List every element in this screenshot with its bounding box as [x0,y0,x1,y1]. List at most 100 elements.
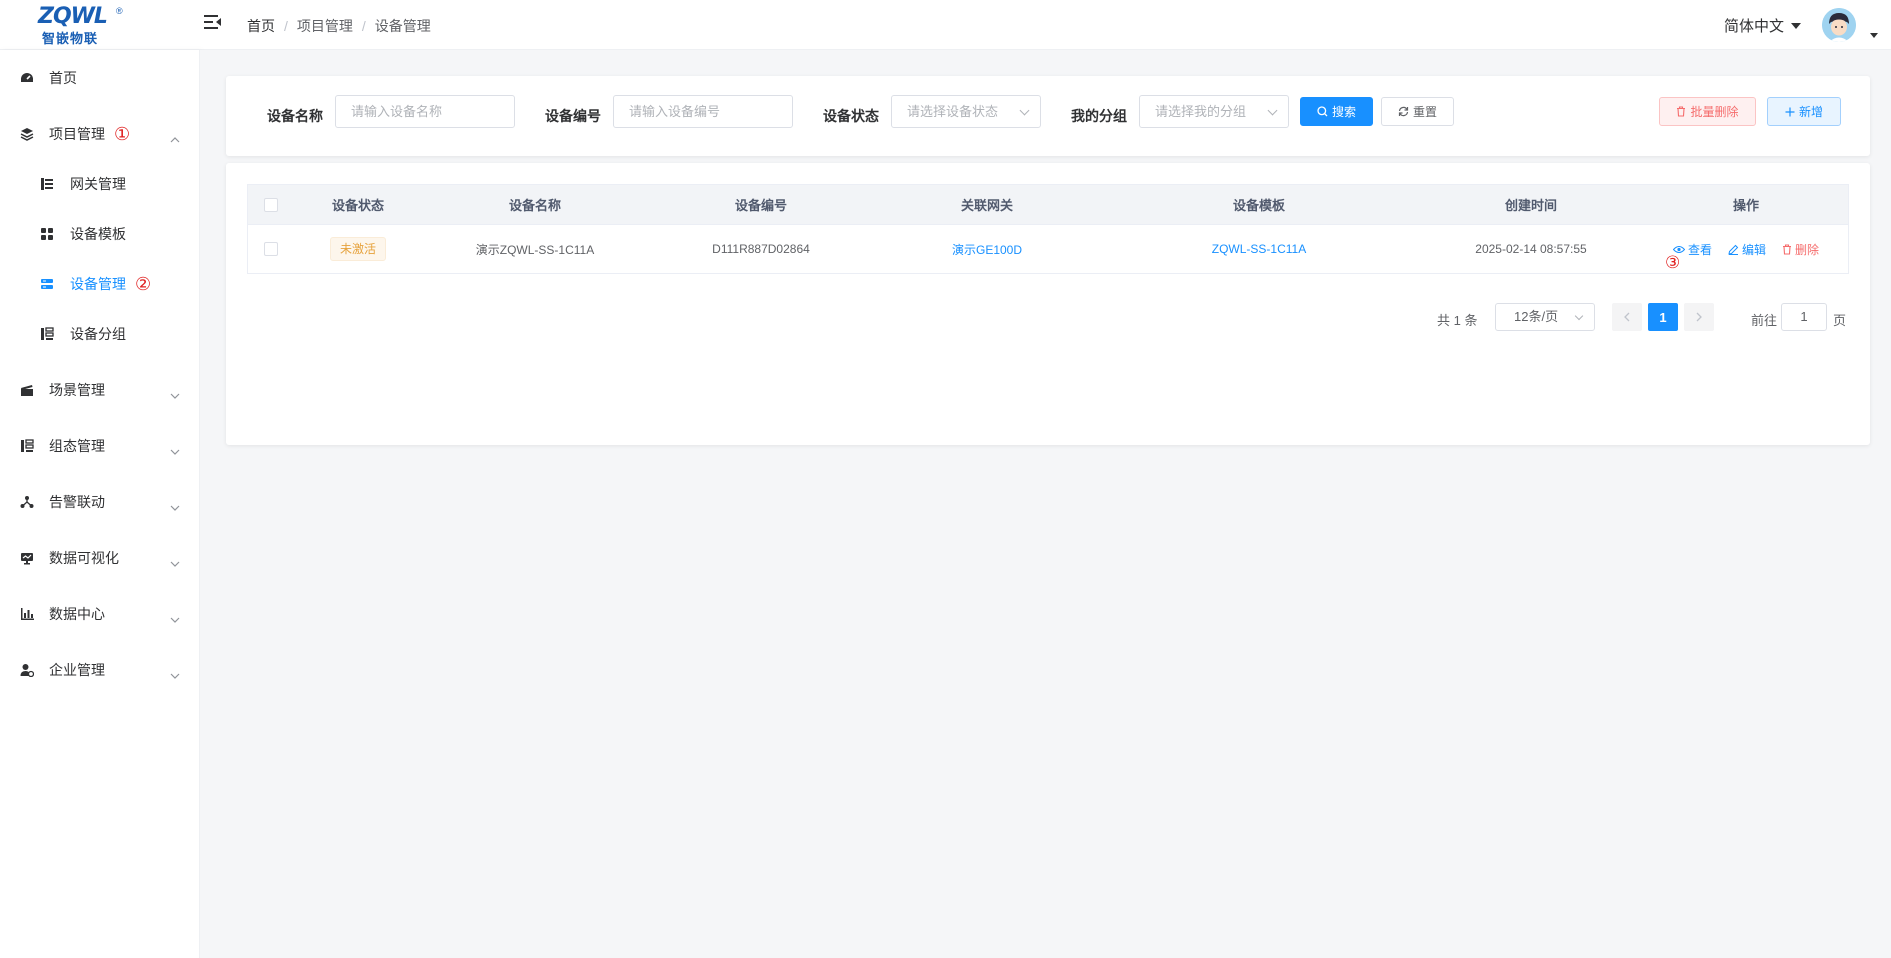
trash-icon [1676,106,1686,117]
sidebar-item-alarm-linkage[interactable]: 告警联动 [0,480,200,524]
caret-down-icon[interactable] [1870,33,1878,38]
enterprise-icon [19,662,35,678]
chevron-down-icon [170,498,180,511]
registered-mark: ® [116,6,123,16]
column-header[interactable]: 创建时间 [1418,185,1644,224]
layers-icon [19,126,35,142]
pagination-total: 共 1 条 [1437,313,1478,328]
dashboard-icon [19,70,35,86]
sidebar-item-project-management[interactable]: 项目管理 ① [0,112,200,156]
column-header[interactable]: 关联网关 [874,185,1100,224]
monitor-icon [19,550,35,566]
sidebar-item-label: 场景管理 [49,382,105,398]
main-content: 设备名称 请输入设备名称 设备编号 请输入设备编号 设备状态 请选择设备状态 我… [200,50,1891,958]
select-all-cell [248,185,294,224]
logo-subtitle: 智嵌物联 [42,31,99,46]
chevron-down-icon [170,386,180,399]
column-header[interactable]: 设备编号 [648,185,874,224]
sidebar-item-label: 网关管理 [70,176,126,192]
goto-page-input[interactable]: 1 [1781,303,1827,331]
menu-collapse-icon[interactable] [204,14,224,34]
device-table: 设备状态 设备名称 设备编号 关联网关 设备模板 创建时间 操作 未激活 演示Z… [247,184,1849,274]
clapper-icon [19,382,35,398]
breadcrumb-home[interactable]: 首页 [247,16,275,36]
search-button[interactable]: 搜索 [1300,97,1373,126]
goto-label: 前往 [1751,313,1778,328]
page-number-current[interactable]: 1 [1648,303,1678,331]
language-select[interactable]: 简体中文 [1724,15,1802,36]
breadcrumb-project[interactable]: 项目管理 [297,16,353,36]
delete-button[interactable]: 删除 [1782,241,1819,258]
device-code-label: 设备编号 [545,108,601,124]
chevron-down-icon [170,610,180,623]
grid-icon [39,226,55,242]
page-size-select[interactable]: 12条/页 [1495,303,1595,331]
table-header: 设备状态 设备名称 设备编号 关联网关 设备模板 创建时间 操作 [248,185,1848,225]
refresh-icon [1398,106,1409,117]
device-status-select[interactable]: 请选择设备状态 [891,95,1041,128]
edit-button[interactable]: 编辑 [1728,241,1766,258]
sidebar-item-device-management[interactable]: 设备管理 ② [0,262,200,306]
alarm-link-icon [19,494,35,510]
search-form: 设备名称 请输入设备名称 设备编号 请输入设备编号 设备状态 请选择设备状态 我… [226,76,1870,156]
bar-chart-icon [19,606,35,622]
sidebar-item-label: 数据可视化 [49,550,119,566]
config-icon [19,438,35,454]
device-code-input[interactable]: 请输入设备编号 [613,95,793,128]
sidebar: 首页 项目管理 ① 网关管理 设备模板 设备管理 ② 设备分组 场景管理 组态管… [0,50,200,958]
sidebar-item-config-management[interactable]: 组态管理 [0,424,200,468]
column-header[interactable]: 设备状态 [294,185,422,224]
status-badge: 未激活 [329,237,386,261]
breadcrumb: 首页 / 项目管理 / 设备管理 [247,16,431,36]
search-button-label: 搜索 [1331,105,1356,119]
page-suffix: 页 [1833,313,1847,328]
chevron-down-icon [170,442,180,455]
column-header: 操作 [1732,198,1759,213]
device-name-cell: 演示ZQWL-SS-1C11A [475,242,595,257]
sidebar-item-gateway-management[interactable]: 网关管理 [0,162,200,206]
sidebar-item-home[interactable]: 首页 [0,56,200,100]
annotation-marker: ③ [1665,253,1681,273]
device-name-input[interactable]: 请输入设备名称 [335,95,515,128]
template-link[interactable]: ZQWL-SS-1C11A [1212,242,1306,256]
table-row[interactable]: 未激活 演示ZQWL-SS-1C11A D111R887D02864 演示GE1… [248,225,1848,273]
device-status-label: 设备状态 [823,108,879,124]
view-label: 查看 [1687,242,1712,257]
row-select-cell [248,225,294,273]
device-table-card: 设备状态 设备名称 设备编号 关联网关 设备模板 创建时间 操作 未激活 演示Z… [226,163,1870,445]
select-all-checkbox[interactable] [264,197,278,212]
sidebar-item-label: 设备管理 [70,276,126,292]
chevron-down-icon [170,666,180,679]
device-name-label: 设备名称 [267,108,323,124]
reset-button[interactable]: 重置 [1381,97,1454,126]
annotation-marker: ① [114,123,131,145]
column-header[interactable]: 设备名称 [422,185,648,224]
prev-page-button[interactable] [1612,303,1642,331]
my-group-select[interactable]: 请选择我的分组 [1139,95,1289,128]
gateway-link[interactable]: 演示GE100D [952,241,1022,258]
sidebar-item-data-center[interactable]: 数据中心 [0,592,200,636]
sidebar-item-enterprise-management[interactable]: 企业管理 [0,648,200,692]
column-header[interactable]: 设备模板 [1100,185,1418,224]
row-actions: 查看 编辑 删除 [1672,241,1819,258]
breadcrumb-separator: / [284,18,288,34]
add-button[interactable]: 新增 [1767,97,1841,126]
avatar[interactable] [1822,8,1856,42]
plus-icon [1785,107,1795,117]
breadcrumb-current: 设备管理 [374,18,431,34]
sidebar-item-device-template[interactable]: 设备模板 [0,212,200,256]
row-checkbox[interactable] [264,242,278,256]
sidebar-item-data-visualization[interactable]: 数据可视化 [0,536,200,580]
caret-down-icon [1791,22,1802,29]
company-logo[interactable]: ZQWL ® 智嵌物联 [38,4,124,46]
add-button-label: 新增 [1798,105,1823,119]
created-time-cell: 2025-02-14 08:57:55 [1475,242,1587,256]
sidebar-item-device-group[interactable]: 设备分组 [0,312,200,356]
sidebar-item-scene-management[interactable]: 场景管理 [0,368,200,412]
group-icon [39,326,55,342]
batch-delete-button[interactable]: 批量删除 [1659,97,1756,126]
next-page-button[interactable] [1684,303,1714,331]
breadcrumb-separator: / [361,18,366,34]
logo-brand: ZQWL [38,4,108,29]
device-code-cell: D111R887D02864 [712,242,810,256]
